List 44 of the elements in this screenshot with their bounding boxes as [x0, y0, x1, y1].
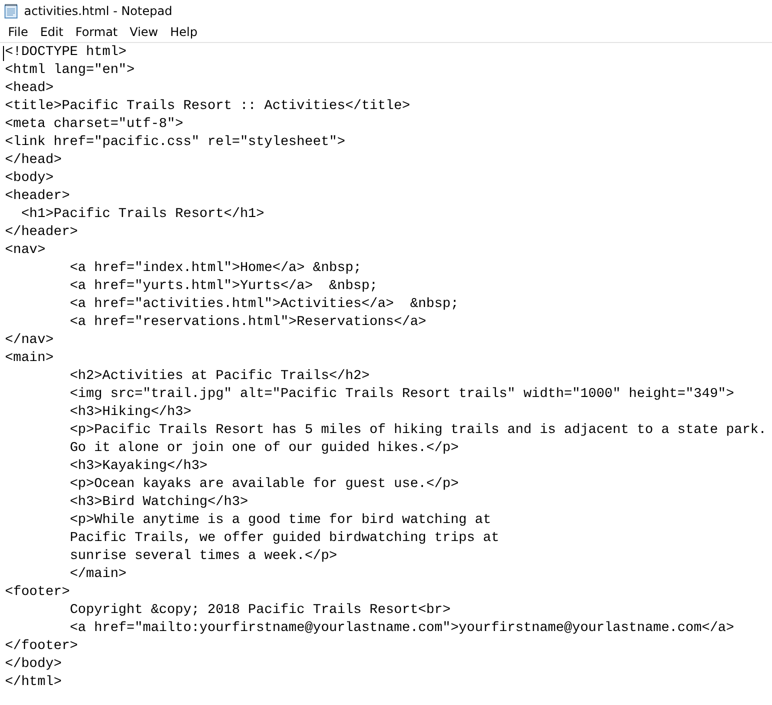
code-line: <a href="activities.html">Activities</a> &nbsp;: [68, 296, 459, 314]
code-line: <h3>Bird Watching</h3>: [68, 494, 248, 512]
code-line: </body>: [5, 656, 62, 674]
code-line: </html>: [5, 674, 62, 692]
code-line: Go it alone or join one of our guided hikes.</p>: [68, 440, 459, 458]
code-line: <link href="pacific.css" rel="stylesheet">: [5, 134, 346, 152]
code-line: </nav>: [5, 332, 54, 350]
code-line: <meta charset="utf-8">: [5, 116, 184, 134]
code-line: <a href="reservations.html">Reservations</a>: [68, 314, 426, 332]
code-line: <title>Pacific Trails Resort :: Activities</title>: [5, 98, 410, 116]
code-line: <a href="index.html">Home</a> &nbsp;: [68, 260, 362, 278]
code-line: </header>: [5, 224, 78, 242]
code-line: <p>Ocean kayaks are available for guest use.</p>: [68, 476, 459, 494]
code-line: </footer>: [5, 638, 78, 656]
code-line: <!DOCTYPE html>: [5, 44, 127, 62]
code-line: sunrise several times a week.</p>: [68, 548, 338, 566]
menu-item[interactable]: File: [2, 24, 34, 40]
window-title: activities.html - Notepad: [24, 4, 172, 18]
code-line: <header>: [5, 188, 70, 206]
code-line: Pacific Trails, we offer guided birdwatching trips at: [68, 530, 500, 548]
menu-item[interactable]: Help: [164, 24, 204, 40]
code-line: <nav>: [5, 242, 46, 260]
menu-item[interactable]: Edit: [34, 24, 70, 40]
code-line: <h1>Pacific Trails Resort</h1>: [20, 206, 264, 224]
menu-item[interactable]: View: [124, 24, 164, 40]
code-line: <p>While anytime is a good time for bird watching at: [68, 512, 492, 530]
text-cursor: [3, 46, 4, 61]
code-line: <h3>Hiking</h3>: [68, 404, 192, 422]
code-line: <html lang="en">: [5, 62, 135, 80]
menu-item[interactable]: Format: [69, 24, 124, 40]
code-line: <footer>: [5, 584, 70, 602]
code-line: <a href="mailto:yourfirstname@yourlastname.com">yourfirstname@yourlastname.com</a>: [68, 620, 734, 638]
code-line: <a href="yurts.html">Yurts</a> &nbsp;: [68, 278, 378, 296]
notepad-icon: [3, 3, 19, 19]
code-line: <body>: [5, 170, 54, 188]
code-line: <h3>Kayaking</h3>: [68, 458, 208, 476]
code-line: Copyright &copy; 2018 Pacific Trails Resort<br>: [68, 602, 451, 620]
code-line: </head>: [5, 152, 62, 170]
code-line: <img src="trail.jpg" alt="Pacific Trails Resort trails" width="1000" height="349">: [68, 386, 734, 404]
code-line: <main>: [5, 350, 54, 368]
code-line: </main>: [68, 566, 127, 584]
code-line: <p>Pacific Trails Resort has 5 miles of hiking trails and is adjacent to a state park.: [68, 422, 767, 440]
code-line: <head>: [5, 80, 54, 98]
code-line: <h2>Activities at Pacific Trails</h2>: [68, 368, 370, 386]
